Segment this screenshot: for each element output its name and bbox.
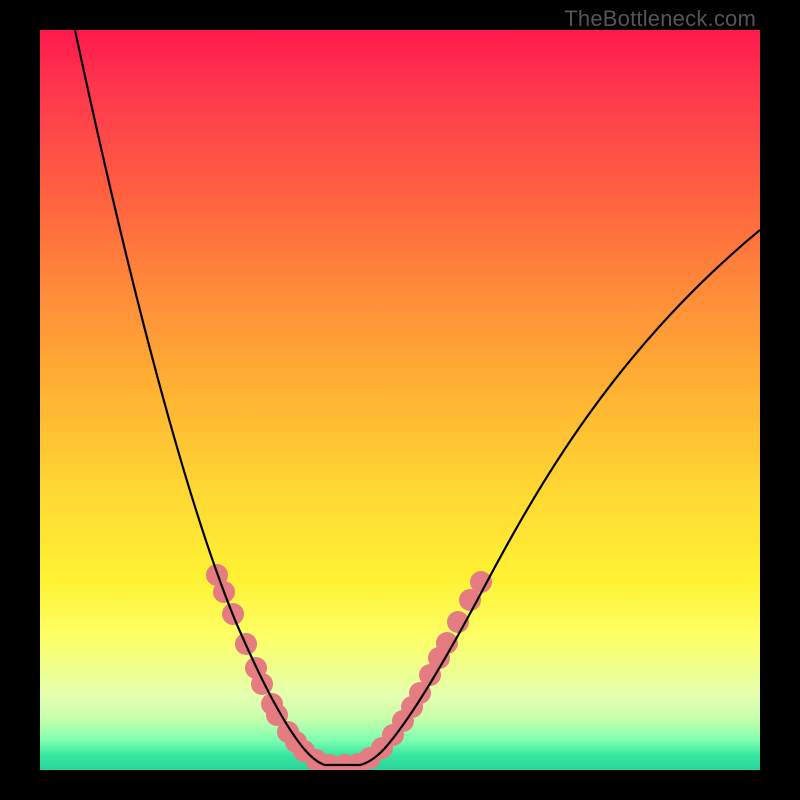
chart-svg — [40, 30, 760, 770]
curve-marker — [251, 673, 273, 695]
curve-marker — [470, 571, 492, 593]
curve-markers — [206, 564, 492, 770]
chart-frame: TheBottleneck.com — [0, 0, 800, 800]
watermark-text: TheBottleneck.com — [564, 6, 756, 32]
plot-area — [40, 30, 760, 770]
curve-line — [75, 30, 760, 765]
